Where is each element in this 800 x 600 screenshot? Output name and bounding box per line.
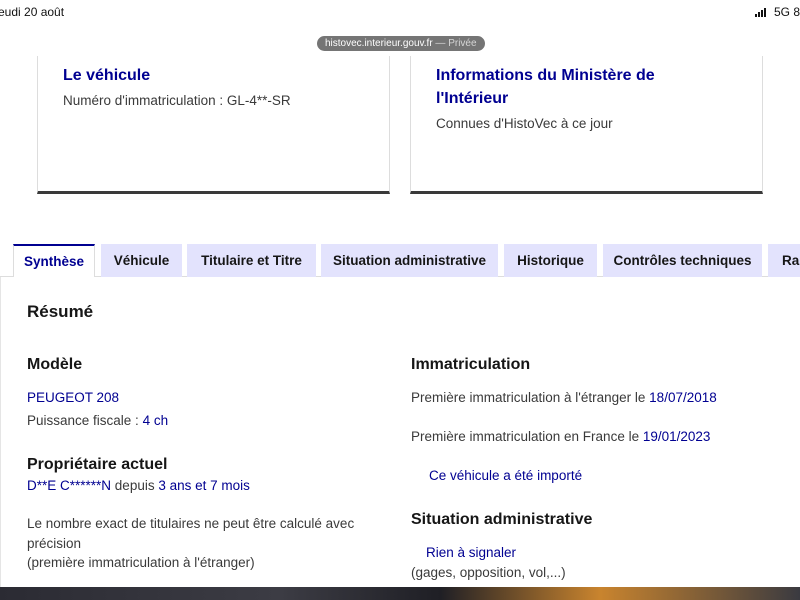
status-indicators: 5G 8 xyxy=(754,5,800,19)
ministry-title-line2: l'Intérieur xyxy=(436,90,509,107)
tab-situation-administrative[interactable]: Situation administrative xyxy=(321,244,498,277)
model-heading: Modèle xyxy=(27,356,83,373)
ministry-card-text: Connues d'HistoVec à ce jour xyxy=(436,116,613,131)
france-registration-label: Première immatriculation en France le xyxy=(411,429,643,444)
tab-controles-techniques[interactable]: Contrôles techniques xyxy=(603,244,762,277)
model-name: PEUGEOT 208 xyxy=(27,390,120,405)
tab-vehicule[interactable]: Véhicule xyxy=(101,244,182,277)
imported-vehicle-link[interactable]: Ce véhicule a été importé xyxy=(429,468,582,483)
owner-line: D**E C******N depuis 3 ans et 7 mois xyxy=(27,478,250,493)
fiscal-power-value: 4 ch xyxy=(142,413,169,428)
vehicle-card: Le véhicule Numéro d'immatriculation : G… xyxy=(37,56,390,194)
private-browsing-label: — Privée xyxy=(432,38,477,49)
admin-situation-heading: Situation administrative xyxy=(411,511,593,528)
foreign-registration: Première immatriculation à l'étranger le… xyxy=(411,390,717,405)
fiscal-power: Puissance fiscale : 4 ch xyxy=(27,413,168,428)
status-bar: eudi 20 août 5G 8 xyxy=(0,0,800,28)
owner-heading: Propriétaire actuel xyxy=(27,456,168,473)
synthese-panel: Résumé Modèle PEUGEOT 208 Puissance fisc… xyxy=(0,277,800,587)
foreign-registration-label: Première immatriculation à l'étranger le xyxy=(411,390,650,405)
address-bar[interactable]: histovec.interieur.gouv.fr — Privée xyxy=(317,36,485,51)
foreign-registration-date: 18/07/2018 xyxy=(649,390,717,405)
tab-historique[interactable]: Historique xyxy=(504,244,597,277)
network-label: 5G 8 xyxy=(773,5,800,19)
tab-synthese[interactable]: Synthèse xyxy=(13,244,95,278)
ministry-card: Informations du Ministère de l'Intérieur… xyxy=(410,56,763,194)
url-text: histovec.interieur.gouv.fr xyxy=(325,38,433,49)
cellular-signal-icon xyxy=(754,7,766,17)
background-image-strip xyxy=(0,587,800,600)
summary-heading: Résumé xyxy=(27,302,94,321)
status-date: eudi 20 août xyxy=(0,5,65,19)
admin-status-details: (gages, opposition, vol,...) xyxy=(411,565,566,580)
ministry-title-line1: Informations du Ministère de xyxy=(436,67,655,84)
owner-since-label: depuis xyxy=(111,478,159,493)
plate-number-text: Numéro d'immatriculation : GL-4**-SR xyxy=(63,93,291,108)
owner-duration: 3 ans et 7 mois xyxy=(158,478,250,493)
owner-note-line3: (première immatriculation à l'étranger) xyxy=(27,555,255,570)
owner-note-line1: Le nombre exact de titulaires ne peut êt… xyxy=(27,516,355,531)
tab-bar: Synthèse Véhicule Titulaire et Titre Sit… xyxy=(0,244,800,278)
ministry-card-title: Informations du Ministère de l'Intérieur xyxy=(436,64,655,110)
tab-rapport[interactable]: Rap xyxy=(768,244,800,277)
registration-heading: Immatriculation xyxy=(411,356,531,373)
fiscal-power-label: Puissance fiscale : xyxy=(27,413,143,428)
france-registration-date: 19/01/2023 xyxy=(642,429,711,444)
owner-name: D**E C******N xyxy=(27,478,112,493)
tab-titulaire-et-titre[interactable]: Titulaire et Titre xyxy=(187,244,316,277)
france-registration: Première immatriculation en France le 19… xyxy=(411,429,710,444)
admin-status-link[interactable]: Rien à signaler xyxy=(426,545,516,560)
vehicle-card-title: Le véhicule xyxy=(63,67,151,84)
owner-note-line2: précision xyxy=(27,536,82,551)
